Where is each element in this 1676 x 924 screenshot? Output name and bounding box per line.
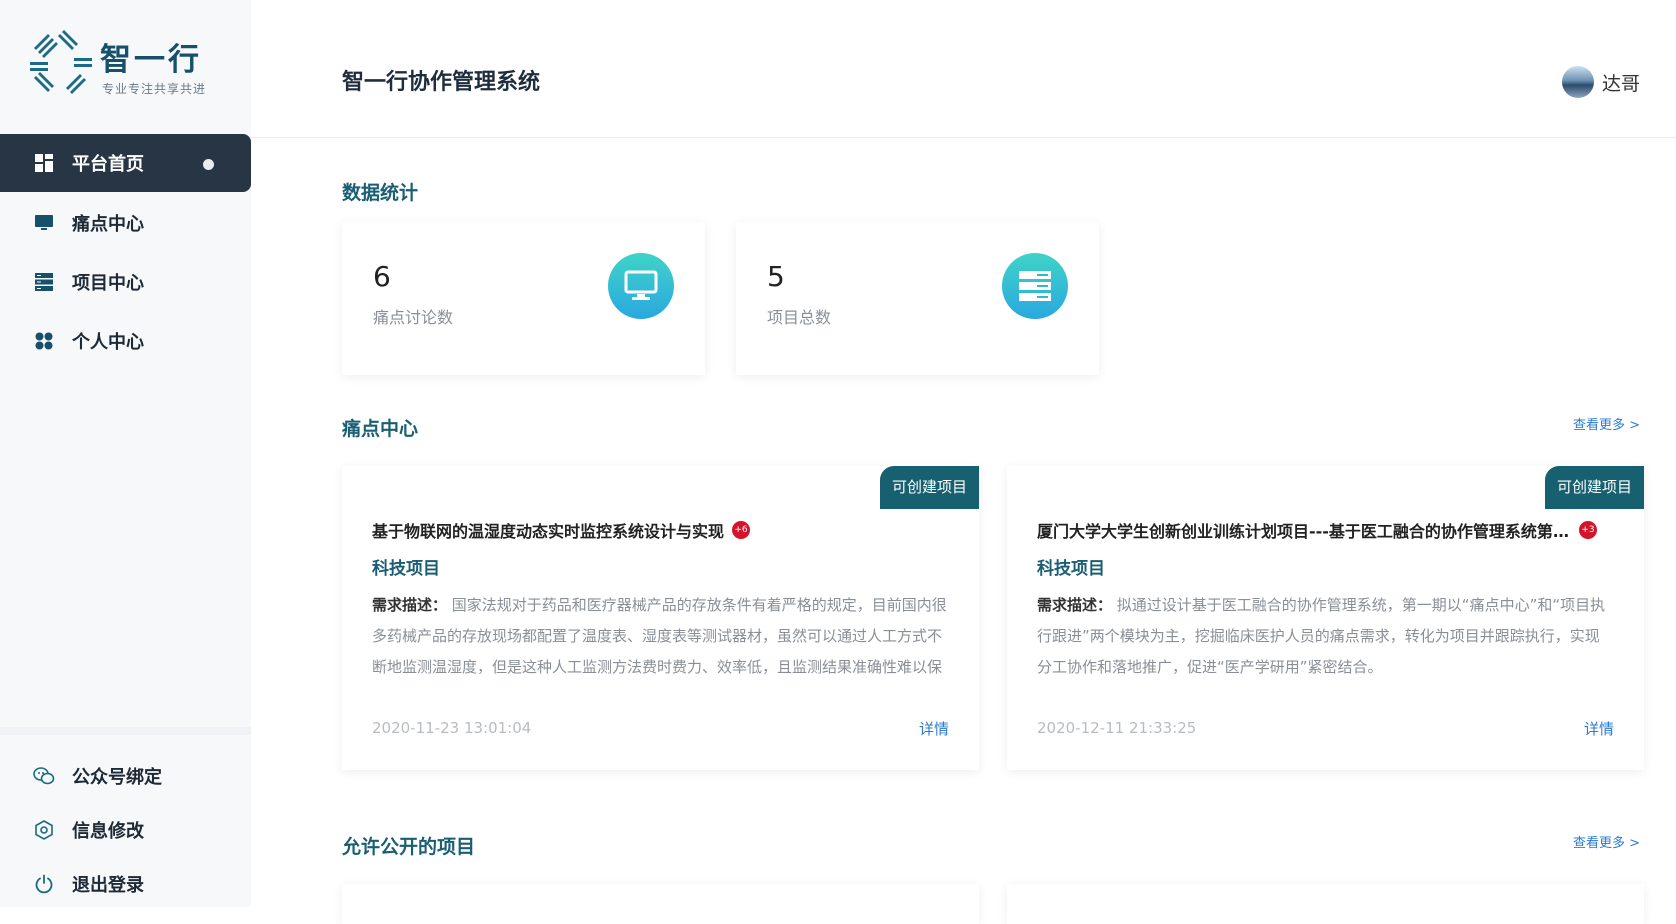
stat-label: 项目总数 bbox=[767, 308, 832, 327]
sidebar-item-label: 项目中心 bbox=[72, 273, 144, 294]
pain-card-description: 需求描述： 拟通过设计基于医工融合的协作管理系统，第一期以“痛点中心”和“项目执… bbox=[1037, 590, 1614, 683]
active-indicator-dot bbox=[203, 159, 214, 170]
sidebar-item-edit-info[interactable]: 信息修改 bbox=[0, 810, 251, 850]
sidebar-item-personal-center[interactable]: 个人中心 bbox=[0, 312, 251, 370]
sidebar-item-label: 信息修改 bbox=[72, 821, 144, 842]
status-badge: 可创建项目 bbox=[1544, 466, 1644, 509]
stat-card-pain-discussions[interactable]: 6 痛点讨论数 bbox=[342, 222, 705, 375]
pain-card[interactable]: 可创建项目 厦门大学大学生创新创业训练计划项目---基于医工融合的协作管理系统第… bbox=[1007, 466, 1644, 770]
sidebar-item-pain-center[interactable]: 痛点中心 bbox=[0, 194, 251, 252]
sidebar-divider bbox=[0, 727, 251, 735]
public-projects-section-title: 允许公开的项目 bbox=[342, 836, 476, 858]
sidebar-item-logout[interactable]: 退出登录 bbox=[0, 864, 251, 904]
brand-slogan: 专业专注共享共进 bbox=[102, 82, 207, 96]
pain-card-timestamp: 2020-11-23 13:01:04 bbox=[372, 719, 532, 737]
public-project-card[interactable] bbox=[1007, 884, 1644, 924]
top-header: 智一行协作管理系统 达哥 bbox=[251, 0, 1676, 138]
dashboard-icon bbox=[34, 153, 54, 173]
pain-card-category: 科技项目 bbox=[1037, 559, 1105, 579]
pain-card-category: 科技项目 bbox=[372, 559, 440, 579]
sidebar-item-label: 个人中心 bbox=[72, 332, 144, 353]
stat-card-project-total[interactable]: 5 项目总数 bbox=[736, 222, 1099, 375]
sidebar-item-wechat-binding[interactable]: 公众号绑定 bbox=[0, 756, 251, 796]
pain-card-title-text: 基于物联网的温湿度动态实时监控系统设计与实现 bbox=[372, 522, 725, 541]
desc-text: 拟通过设计基于医工融合的协作管理系统，第一期以“痛点中心”和“项目执行跟进”两个… bbox=[1037, 596, 1606, 676]
server-list-icon bbox=[1002, 253, 1068, 319]
sidebar-item-label: 痛点中心 bbox=[72, 214, 144, 235]
pain-card-title-text: 厦门大学大学生创新创业训练计划项目---基于医工融合的协作管理系统第一期 bbox=[1037, 522, 1571, 541]
pain-card-title[interactable]: 基于物联网的温湿度动态实时监控系统设计与实现 +6 bbox=[372, 518, 932, 542]
logo-mark-icon bbox=[30, 30, 92, 94]
brand-name: 智一行 bbox=[100, 42, 202, 78]
pain-center-section-title: 痛点中心 bbox=[342, 418, 419, 440]
desc-label: 需求描述： bbox=[372, 596, 448, 614]
page-title: 智一行协作管理系统 bbox=[342, 70, 541, 95]
settings-icon bbox=[33, 819, 55, 841]
pain-card-title[interactable]: 厦门大学大学生创新创业训练计划项目---基于医工融合的协作管理系统第一期 +3 bbox=[1037, 518, 1597, 542]
status-badge: 可创建项目 bbox=[879, 466, 979, 509]
desc-text: 国家法规对于药品和医疗器械产品的存放条件有着严格的规定，目前国内很多药械产品的存… bbox=[372, 596, 947, 676]
stats-section-title: 数据统计 bbox=[342, 182, 419, 204]
sidebar-item-label: 平台首页 bbox=[72, 154, 144, 175]
grid-blocks-icon bbox=[34, 331, 54, 351]
wechat-icon bbox=[33, 765, 55, 787]
sidebar: 智一行 专业专注共享共进 平台首页 痛点中心 项目中心 个人中心 公众号绑定 信… bbox=[0, 0, 251, 907]
count-badge: +3 bbox=[1579, 521, 1597, 539]
desc-label: 需求描述： bbox=[1037, 596, 1113, 614]
avatar[interactable] bbox=[1561, 66, 1594, 98]
count-badge: +6 bbox=[732, 521, 751, 539]
sidebar-item-label: 退出登录 bbox=[72, 875, 144, 896]
pain-card-timestamp: 2020-12-11 21:33:25 bbox=[1037, 719, 1197, 737]
monitor-icon bbox=[608, 253, 674, 319]
user-menu[interactable]: 达哥 bbox=[1561, 66, 1640, 98]
brand-logo[interactable]: 智一行 专业专注共享共进 bbox=[26, 28, 216, 98]
pain-center-more-link[interactable]: 查看更多 > bbox=[1573, 414, 1640, 433]
stat-label: 痛点讨论数 bbox=[373, 308, 454, 327]
public-project-card[interactable] bbox=[342, 884, 979, 924]
detail-link[interactable]: 详情 bbox=[1584, 718, 1614, 739]
sidebar-item-home[interactable]: 平台首页 bbox=[0, 134, 251, 192]
monitor-icon bbox=[34, 213, 54, 233]
sidebar-item-project-center[interactable]: 项目中心 bbox=[0, 253, 251, 311]
detail-link[interactable]: 详情 bbox=[919, 718, 949, 739]
power-icon bbox=[33, 873, 55, 895]
stat-value: 6 bbox=[373, 260, 391, 293]
pain-card-description: 需求描述： 国家法规对于药品和医疗器械产品的存放条件有着严格的规定，目前国内很多… bbox=[372, 590, 949, 683]
sidebar-item-label: 公众号绑定 bbox=[72, 767, 162, 788]
pain-card[interactable]: 可创建项目 基于物联网的温湿度动态实时监控系统设计与实现 +6 科技项目 需求描… bbox=[342, 466, 979, 770]
server-list-icon bbox=[34, 272, 54, 292]
public-projects-more-link[interactable]: 查看更多 > bbox=[1573, 832, 1640, 851]
user-name: 达哥 bbox=[1601, 72, 1640, 95]
stat-value: 5 bbox=[767, 260, 785, 293]
